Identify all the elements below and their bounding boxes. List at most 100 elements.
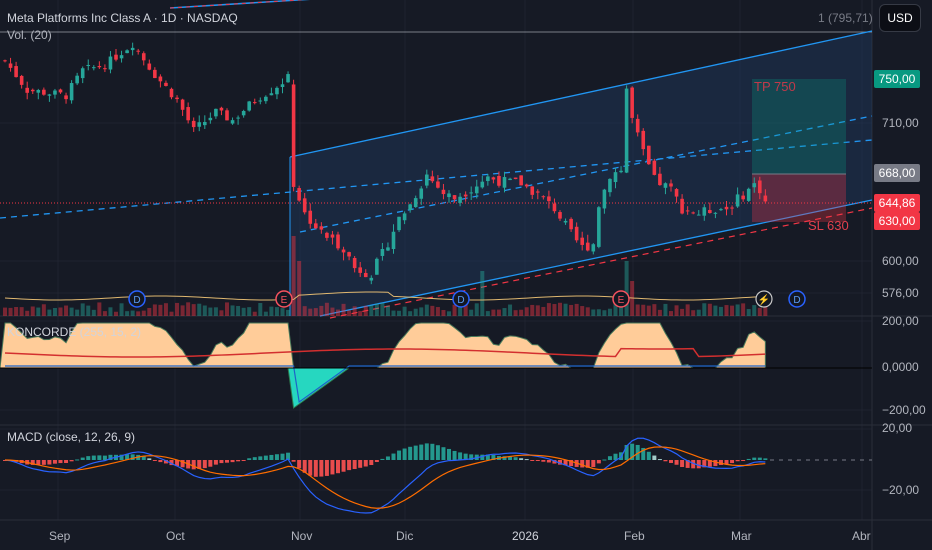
candle <box>752 183 757 188</box>
candle <box>530 186 535 195</box>
candle <box>197 122 202 127</box>
macd-histogram-bar <box>241 460 246 461</box>
volume-bar <box>624 261 629 316</box>
candle <box>480 181 485 188</box>
candle <box>491 177 496 180</box>
time-tick: Nov <box>291 529 313 543</box>
candle <box>635 118 640 133</box>
volume-bar <box>36 307 41 316</box>
macd-histogram-bar <box>541 460 546 462</box>
macd-histogram-bar <box>724 460 729 465</box>
macd-line <box>4 437 766 514</box>
candle <box>619 170 623 173</box>
candle <box>164 82 168 86</box>
volume-bar <box>702 303 707 316</box>
volume-bar <box>30 306 35 316</box>
candle <box>580 237 584 245</box>
volume-bar <box>680 308 685 316</box>
volume-bar <box>447 311 451 316</box>
macd-histogram-bar <box>596 460 601 464</box>
candle <box>408 204 412 210</box>
candle <box>341 249 346 253</box>
macd-label[interactable]: MACD (close, 12, 26, 9) <box>7 430 135 444</box>
volume-bar <box>25 310 30 316</box>
volume-bar <box>585 307 590 316</box>
candle <box>103 68 107 70</box>
candle <box>280 84 285 88</box>
candle <box>302 198 307 213</box>
macd-histogram-bar <box>358 460 363 468</box>
volume-bar <box>136 311 141 316</box>
macd-histogram-bar <box>147 458 152 460</box>
time-tick: 2026 <box>512 529 539 543</box>
volume-bar <box>546 303 551 316</box>
candle <box>186 107 190 121</box>
candle <box>352 258 357 269</box>
candle <box>236 117 240 119</box>
sl-label: SL 630 <box>808 218 849 233</box>
volume-bar <box>696 309 701 316</box>
candle <box>746 188 751 201</box>
candle <box>358 267 362 273</box>
candle <box>114 54 118 60</box>
candle <box>147 63 152 70</box>
volume-bar <box>752 305 757 316</box>
candle <box>92 67 96 69</box>
last-price-tag: 644,86 <box>874 194 920 212</box>
dividend-marker-label: D <box>793 295 800 306</box>
candle <box>524 184 529 187</box>
volume-bar <box>713 305 718 316</box>
candle <box>308 210 313 224</box>
macd-histogram-bar <box>97 455 102 460</box>
macd-histogram-bar <box>374 460 379 463</box>
macd-histogram-bar <box>413 445 418 460</box>
koncorde-negative-area <box>0 367 766 409</box>
volume-bar <box>14 307 19 316</box>
macd-histogram-bar <box>669 460 673 463</box>
trend-line <box>169 0 307 9</box>
candle <box>536 191 540 193</box>
macd-histogram-bar <box>58 460 63 464</box>
volume-bar <box>363 305 368 316</box>
volume-bar <box>757 307 762 316</box>
candle <box>241 110 246 116</box>
currency-button[interactable]: USD <box>879 4 921 32</box>
volume-bar <box>230 305 235 316</box>
macd-histogram-bar <box>402 448 407 460</box>
volume-bar <box>391 310 396 316</box>
symbol-title[interactable]: Meta Platforms Inc Class A · 1D · NASDAQ <box>7 11 238 25</box>
candle <box>602 189 607 209</box>
volume-bar <box>147 307 152 316</box>
candle <box>191 120 196 128</box>
volume-bar <box>385 305 390 316</box>
volume-bar <box>269 306 274 316</box>
volume-bar <box>652 304 657 316</box>
volume-bar <box>308 308 313 316</box>
volume-bar <box>508 304 513 316</box>
volume-bar <box>130 310 135 316</box>
dividend-marker-label: D <box>457 295 464 306</box>
volume-bar <box>64 305 69 316</box>
macd-histogram-bar <box>380 458 385 460</box>
candle <box>119 55 124 59</box>
candle <box>397 216 401 231</box>
macd-histogram-bar <box>369 460 374 465</box>
macd-histogram-bar <box>657 459 662 461</box>
candle <box>14 66 18 78</box>
volume-bar <box>563 303 568 316</box>
volume-bar <box>3 307 7 316</box>
candle <box>569 218 573 230</box>
macd-histogram-bar <box>324 460 329 476</box>
macd-histogram-bar <box>763 458 768 460</box>
volume-bar <box>358 311 363 316</box>
macd-tick: −20,00 <box>882 483 920 497</box>
koncorde-label[interactable]: KONCORDE (255, 15, 2) <box>7 325 141 339</box>
candle <box>258 100 263 102</box>
macd-histogram-bar <box>47 460 52 465</box>
volume-bar <box>191 304 196 316</box>
candle <box>208 117 213 121</box>
candle <box>80 68 85 79</box>
volume-bar <box>685 304 690 316</box>
volume-bar <box>469 309 474 316</box>
candle <box>735 194 740 207</box>
